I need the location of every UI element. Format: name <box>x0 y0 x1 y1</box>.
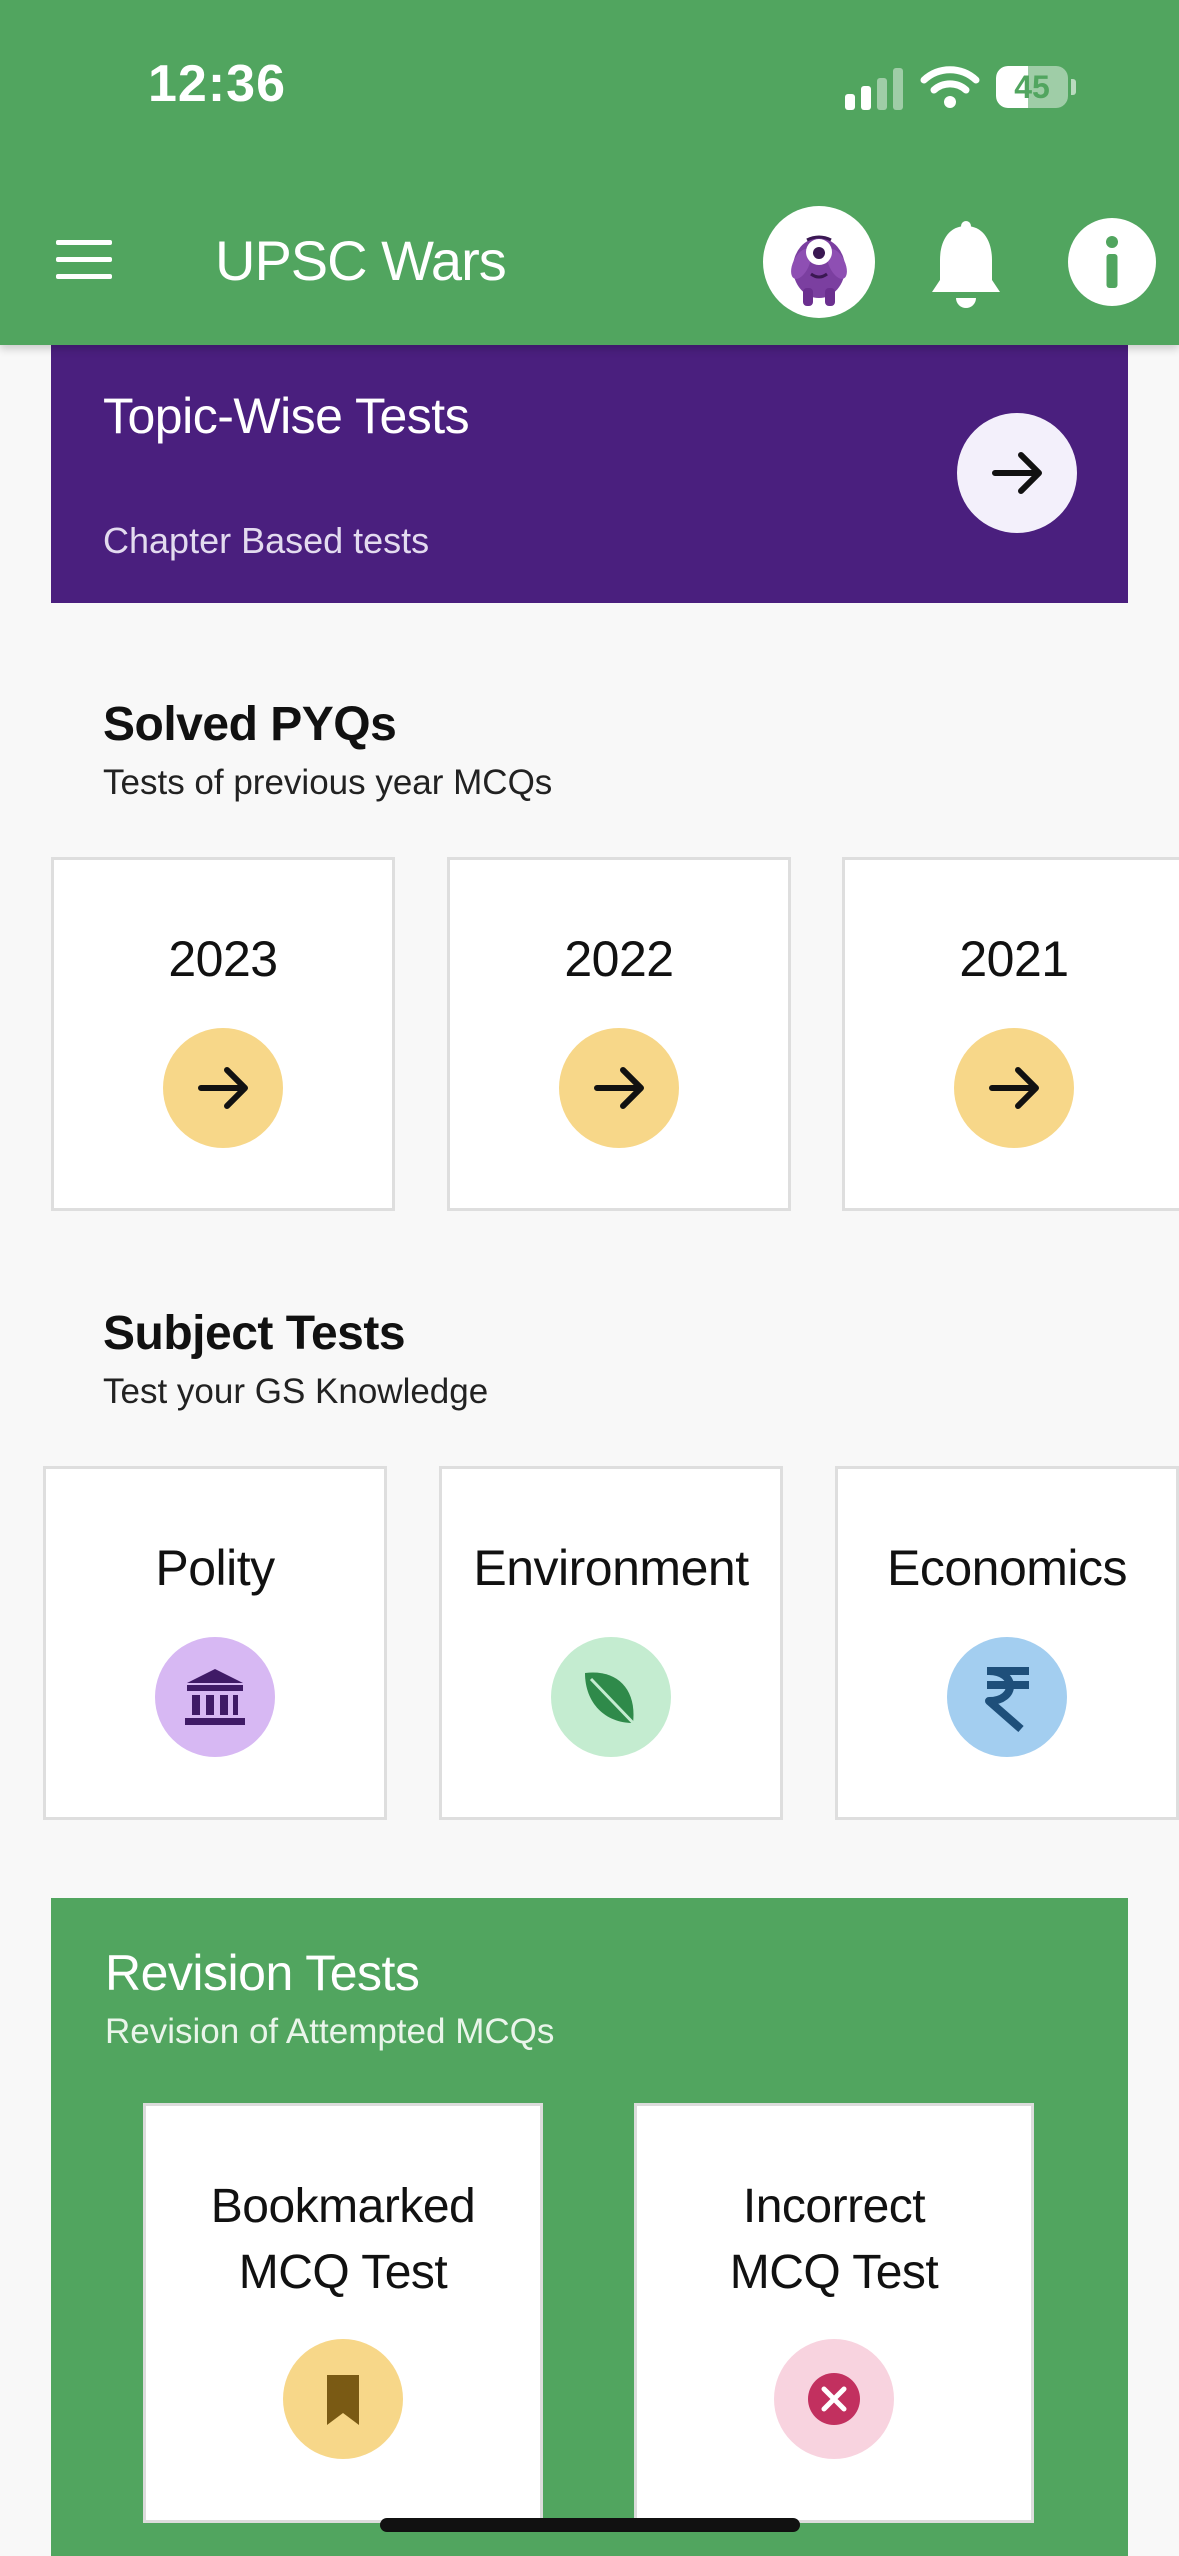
menu-icon[interactable] <box>56 240 112 280</box>
topic-title: Topic-Wise Tests <box>103 388 470 444</box>
pyq-card-2021[interactable]: 2021 <box>842 857 1179 1211</box>
subject-card-label: Economics <box>886 1540 1128 1596</box>
revision-section: Revision Tests Revision of Attempted MCQ… <box>51 1898 1128 2556</box>
pyq-section-subtitle: Tests of previous year MCQs <box>103 763 553 802</box>
status-time: 12:36 <box>148 55 286 113</box>
pyq-card-2022[interactable]: 2022 <box>447 857 791 1211</box>
revision-section-subtitle: Revision of Attempted MCQs <box>105 2012 555 2051</box>
bell-icon[interactable] <box>928 220 1004 312</box>
bookmarked-mcq-card[interactable]: Bookmarked MCQ Test <box>143 2103 543 2523</box>
revision-card-line1: Bookmarked <box>210 2180 476 2233</box>
monster-avatar-icon <box>791 235 847 306</box>
revision-section-title: Revision Tests <box>105 1945 420 2001</box>
leaf-icon <box>551 1637 671 1757</box>
revision-card-label: Bookmarked MCQ Test <box>146 2174 540 2306</box>
battery-icon: 45 <box>996 66 1076 108</box>
app-header: 12:36 45 UPSC Wars <box>0 0 1179 345</box>
close-circle-icon <box>774 2339 894 2459</box>
arrow-right-icon <box>954 1028 1074 1148</box>
topic-wise-tests-banner[interactable]: Topic-Wise Tests Chapter Based tests <box>51 345 1128 603</box>
arrow-right-icon <box>559 1028 679 1148</box>
subject-card-label: Polity <box>155 1540 275 1596</box>
bank-icon <box>155 1637 275 1757</box>
topic-subtitle: Chapter Based tests <box>103 520 430 561</box>
topic-arrow-button[interactable] <box>957 413 1077 533</box>
avatar[interactable] <box>763 206 875 318</box>
subject-section-title: Subject Tests <box>103 1307 406 1360</box>
arrow-right-icon <box>992 452 1042 494</box>
wifi-icon <box>920 66 980 108</box>
pyq-card-year: 2021 <box>959 931 1069 987</box>
home-indicator[interactable] <box>380 2518 800 2532</box>
bookmark-icon <box>283 2339 403 2459</box>
rupee-icon <box>947 1637 1067 1757</box>
revision-card-label: Incorrect MCQ Test <box>637 2174 1031 2306</box>
info-icon[interactable] <box>1068 218 1156 306</box>
revision-card-line2: MCQ Test <box>238 2246 448 2299</box>
subject-card-economics[interactable]: Economics <box>835 1466 1179 1820</box>
revision-card-line1: Incorrect <box>742 2180 926 2233</box>
subject-card-environment[interactable]: Environment <box>439 1466 783 1820</box>
pyq-card-year: 2023 <box>168 931 278 987</box>
subject-card-polity[interactable]: Polity <box>43 1466 387 1820</box>
app-title: UPSC Wars <box>215 229 507 292</box>
pyq-card-2023[interactable]: 2023 <box>51 857 395 1211</box>
pyq-card-year: 2022 <box>564 931 674 987</box>
battery-label: 45 <box>1014 69 1050 105</box>
incorrect-mcq-card[interactable]: Incorrect MCQ Test <box>634 2103 1034 2523</box>
pyq-section-title: Solved PYQs <box>103 698 397 751</box>
revision-card-line2: MCQ Test <box>729 2246 939 2299</box>
subject-section-subtitle: Test your GS Knowledge <box>103 1372 489 1411</box>
cellular-signal-icon <box>845 68 905 110</box>
subject-card-label: Environment <box>473 1540 749 1596</box>
arrow-right-icon <box>163 1028 283 1148</box>
